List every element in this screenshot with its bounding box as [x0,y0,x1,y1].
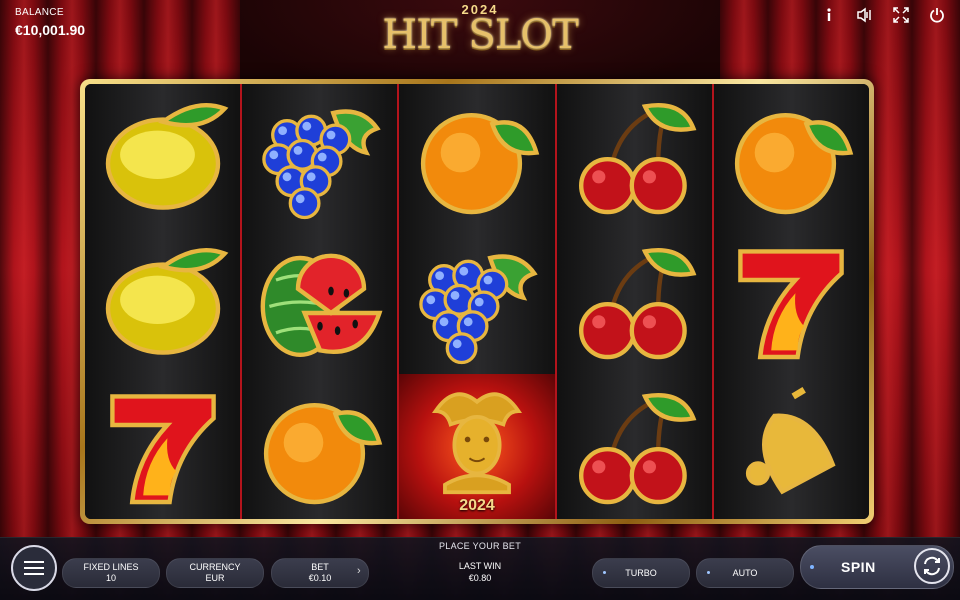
seven-symbol [714,229,869,374]
bet-selector[interactable]: BET €0.10 [271,558,369,588]
fixed-lines-label: FIXED LINES [83,562,139,572]
currency-label: CURRENCY [189,562,241,572]
logo-title: HIT SLOT [382,12,579,58]
bell-symbol [714,374,869,519]
fixed-lines-display: FIXED LINES 10 [62,558,160,588]
turbo-indicator [603,571,606,574]
cherries-symbol [557,374,712,519]
grapes-symbol [242,84,397,229]
orange-symbol [399,84,554,229]
reels-grid: 2024 [85,84,869,519]
reel-4 [556,84,714,519]
last-win-value: €0.80 [468,573,492,583]
cherries-symbol [557,229,712,374]
spin-button[interactable]: SPIN [800,545,954,589]
joker-symbol: 2024 [399,374,555,519]
balance-label: BALANCE [15,7,64,18]
spin-label: SPIN [841,559,876,575]
lemon-symbol [85,229,240,374]
menu-button[interactable] [11,545,57,591]
turbo-button[interactable]: TURBO [592,558,690,588]
bet-value: €0.10 [308,573,332,583]
auto-button[interactable]: AUTO [696,558,794,588]
reel-5 [713,84,869,519]
reel-1 [85,84,243,519]
sound-icon[interactable] [854,6,876,24]
orange-symbol [714,84,869,229]
balance-value: €10,001.90 [15,22,86,38]
grapes-symbol [399,229,554,374]
watermelon-symbol [242,229,397,374]
lemon-symbol [85,84,240,229]
hamburger-icon [24,561,44,575]
spin-indicator [810,565,814,569]
cherries-symbol [557,84,712,229]
joker-year-label: 2024 [459,497,495,514]
fixed-lines-value: 10 [105,573,116,583]
refresh-icon [914,548,950,584]
orange-symbol [242,374,397,519]
last-win-display: LAST WIN €0.80 [440,560,520,584]
seven-symbol [85,374,240,519]
chevron-right-icon[interactable]: › [357,565,361,577]
currency-value: EUR [205,573,225,583]
currency-selector[interactable]: CURRENCY EUR [166,558,264,588]
auto-indicator [707,571,710,574]
reel-frame: 2024 [80,79,874,524]
power-icon[interactable] [926,6,948,24]
auto-label: AUTO [732,567,758,578]
last-win-label: LAST WIN [458,561,502,571]
reel-2 [242,84,400,519]
game-logo: 2024 HIT SLOT [380,2,580,66]
reel-3: 2024 [399,84,557,519]
hud-icon-bar [818,6,948,24]
turbo-label: TURBO [625,567,657,578]
info-icon[interactable] [818,6,840,24]
bet-label: BET [311,562,329,572]
fullscreen-icon[interactable] [890,6,912,24]
